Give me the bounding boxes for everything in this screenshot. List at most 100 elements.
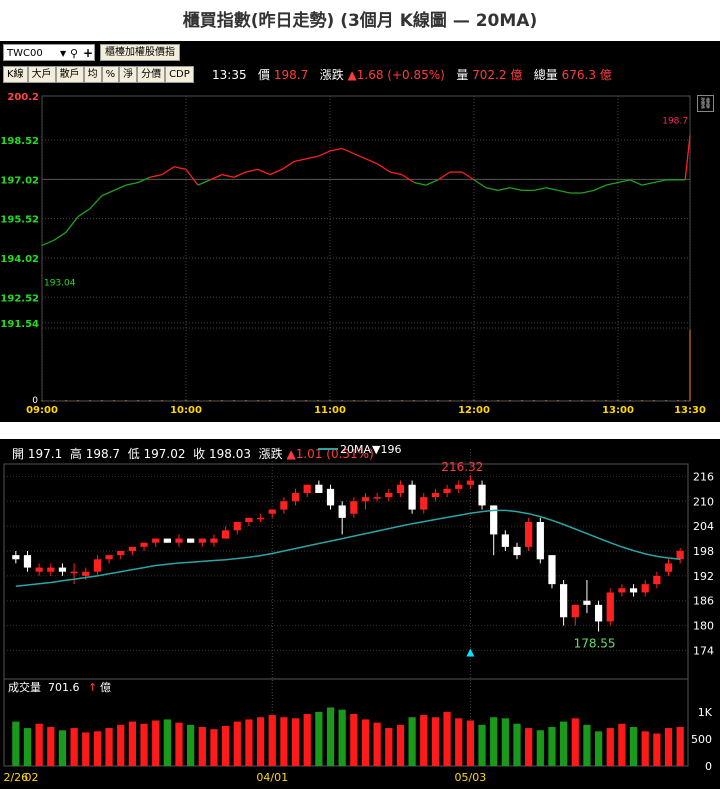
price-segment-49 [617,179,631,184]
candle-body-16 [198,538,206,543]
volume-bar-3 [47,727,55,766]
volume-bar-50 [594,731,603,766]
volume-bar-34 [408,717,416,766]
price-segment-52 [653,179,667,184]
candle-body-23 [280,501,288,510]
price-segment-6 [101,189,115,197]
y-tick-label-1: 198.52 [0,136,39,147]
volume-bar-18 [257,400,259,401]
candle-body-52 [618,588,626,593]
max-price-label: 216.32 [441,460,483,474]
volume-bar-32 [425,400,427,401]
volume-bar-37 [443,711,451,766]
volume-bar-43 [513,723,521,766]
y-tick-label-1: 210 [693,495,714,508]
volume-bar-55 [653,733,661,766]
volume-bar-40 [521,400,523,401]
candle-body-30 [361,497,370,502]
x-tick-label-4: 13:00 [602,405,634,416]
volume-bar-45 [581,400,583,401]
volume-bar-11 [173,400,175,401]
min-price-label: 178.55 [574,637,616,651]
page-title: 櫃買指數(昨日走勢) (3個月 K線圖 — 20MA) [182,11,538,31]
volume-bar-49 [629,400,631,401]
volume-bar-53 [629,727,638,766]
price-segment-12 [173,166,187,171]
candle-body-45 [536,522,544,560]
volume-bar-19 [269,400,271,401]
price-segment-17 [233,171,247,178]
volume-bar-16 [198,727,206,766]
volume-bar-52 [618,723,626,766]
price-segment-50 [629,179,643,186]
volume-bar-23 [280,717,288,766]
volume-bar-3 [77,400,79,401]
volume-bar-18 [222,725,230,766]
candle-body-37 [443,488,451,493]
volume-bar-53 [677,400,679,401]
y-tick-label-0: 200.2 [7,92,39,103]
candle-body-11 [140,542,148,547]
candle-body-44 [525,522,533,547]
volume-bar-52 [665,400,667,401]
candle-body-50 [594,604,603,622]
volume-bar-11 [140,723,148,766]
x-tick-label-5: 13:30 [674,405,706,416]
volume-bar-57 [676,727,684,766]
volume-bar-33 [437,400,439,401]
candle-body-17 [210,538,218,543]
candle-body-38 [455,484,463,489]
price-segment-4 [77,208,91,218]
volume-bar-28 [338,709,346,766]
volume-bar-15 [221,400,223,401]
price-segment-48 [605,181,619,186]
volume-bar-5 [70,728,78,766]
price-segment-16 [221,174,235,178]
volume-bar-46 [593,400,595,401]
price-segment-13 [185,169,199,186]
low-price-label: 193.04 [44,279,76,289]
volume-bar-33 [396,724,405,766]
volume-bar-2 [35,723,43,766]
y-tick-label-4: 194.02 [0,254,39,265]
volume-bar-0 [41,400,43,401]
volume-bar-20 [245,719,253,766]
volume-bar-17 [210,729,218,766]
volume-bar-13 [197,400,199,401]
volume-bar-26 [353,400,355,401]
volume-bar-4 [58,730,67,766]
volume-bar-1 [53,400,55,401]
candle-body-4 [58,567,67,572]
candle-body-25 [303,484,311,493]
volume-bar-30 [361,719,370,766]
candle-body-5 [70,571,78,574]
volume-bar-17 [245,400,247,401]
candle-body-9 [117,551,125,556]
price-segment-38 [485,187,499,191]
candle-body-13 [163,538,171,543]
volume-bar-42 [501,718,509,766]
volume-bar-25 [303,714,311,766]
volume-bar-9 [117,724,125,766]
volume-bar-20 [281,400,283,401]
intraday-chart: 200.2 198.52 197.02 195.52 194.02 192.52 191.5… [0,92,706,416]
price-segment-36 [461,171,475,181]
volume-bar-7 [125,400,127,401]
volume-bar-50 [641,400,643,401]
volume-bar-28 [377,400,379,401]
price-segment-10 [149,174,163,178]
candle-body-24 [291,493,300,502]
volume-bar-39 [509,400,511,401]
price-segment-21 [281,160,295,170]
y-tick-label-3: 198 [693,545,714,558]
volume-bar-44 [569,400,571,401]
price-segment-23 [305,155,319,160]
price-segment-42 [533,187,547,191]
candle-body-7 [93,559,102,572]
volume-bar-29 [389,400,391,401]
volume-bar-34 [449,400,451,401]
plot-frame [41,95,691,402]
candle-body-2 [35,567,43,572]
candle-body-20 [245,517,253,522]
price-segment-24 [317,150,331,157]
